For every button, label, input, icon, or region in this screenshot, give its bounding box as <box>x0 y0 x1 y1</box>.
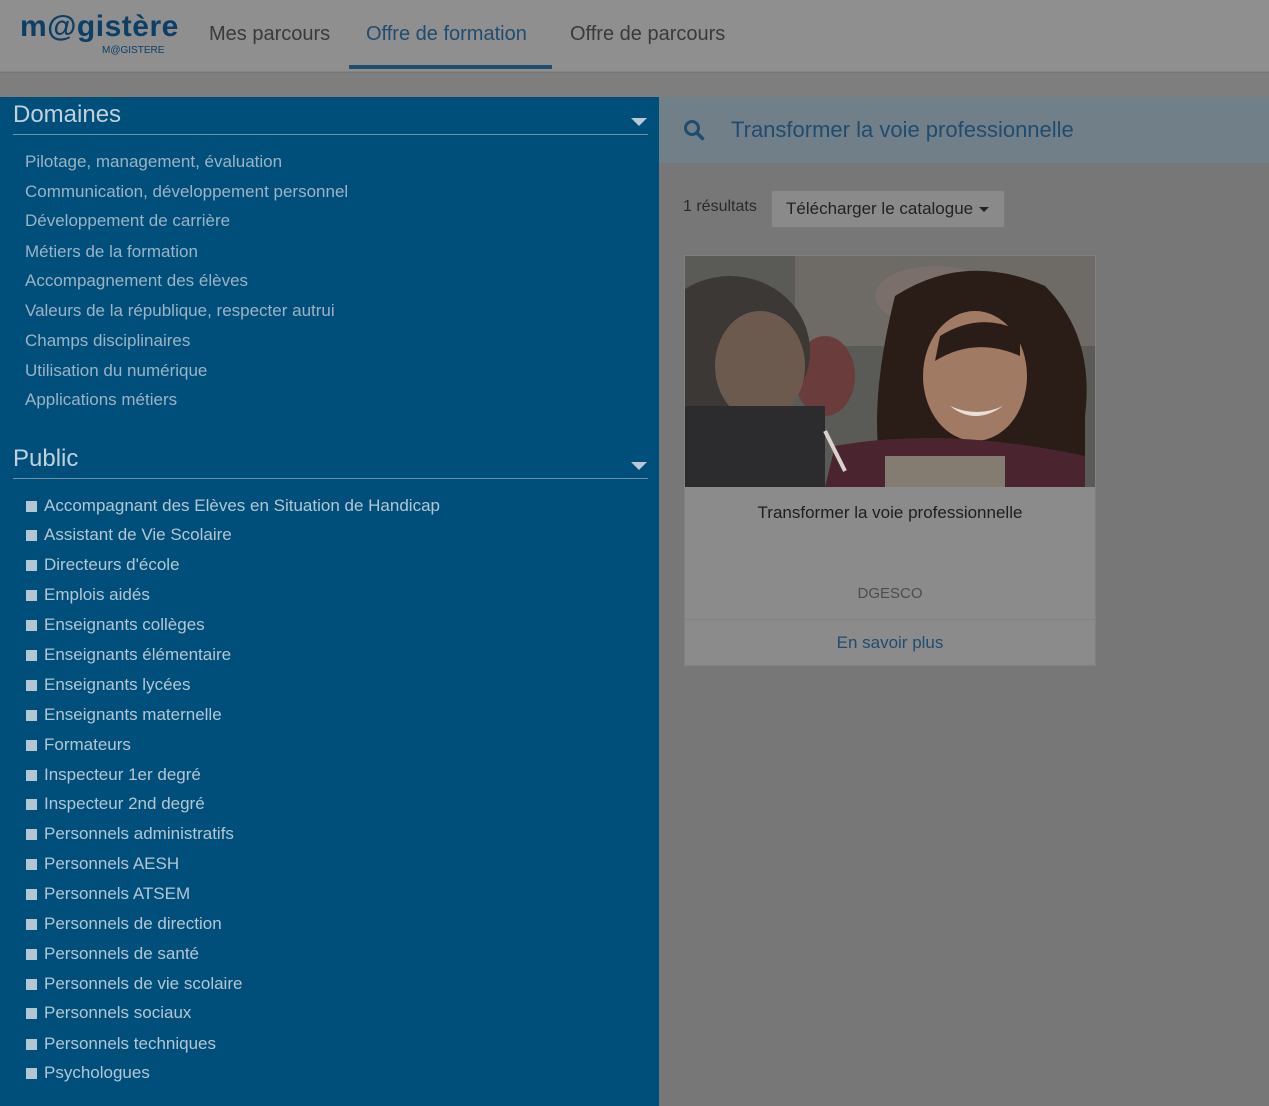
public-item-label: Personnels techniques <box>44 1034 217 1053</box>
public-checkbox-item[interactable]: Personnels de direction <box>26 914 222 934</box>
public-checkbox-item[interactable]: Personnels AESH <box>26 854 179 874</box>
public-checkbox-item[interactable]: Inspecteur 2nd degré <box>26 794 205 814</box>
logo-wordmark: m@gistère <box>20 10 179 43</box>
public-item-label: Enseignants élémentaire <box>44 645 232 664</box>
download-catalogue-button[interactable]: Télécharger le catalogue <box>771 190 1005 228</box>
domaines-divider <box>13 134 648 135</box>
public-item-label: Personnels AESH <box>44 854 180 873</box>
public-item-label: Assistant de Vie Scolaire <box>44 525 232 544</box>
public-checkbox-item[interactable]: Directeurs d'école <box>26 555 180 575</box>
checkbox[interactable] <box>26 559 37 571</box>
public-heading[interactable]: Public <box>13 445 78 473</box>
checkbox[interactable] <box>26 1067 37 1079</box>
domaine-item[interactable]: Métiers de la formation <box>25 242 198 262</box>
course-title[interactable]: Transformer la voie professionnelle <box>685 503 1095 523</box>
checkbox[interactable] <box>26 828 37 840</box>
checkbox[interactable] <box>26 798 37 810</box>
checkbox[interactable] <box>26 978 37 990</box>
course-photo <box>685 256 1095 487</box>
public-item-label: Inspecteur 1er degré <box>44 765 201 784</box>
nav-offre-de-parcours[interactable]: Offre de parcours <box>570 23 725 46</box>
caret-down-icon <box>979 206 990 212</box>
public-item-label: Personnels de direction <box>44 914 222 933</box>
checkbox[interactable] <box>26 769 37 781</box>
course-organization: DGESCO <box>857 585 923 602</box>
top-navbar: m@gistère M@GISTERE Mes parcours Offre d… <box>0 0 1269 72</box>
checkbox[interactable] <box>26 500 37 512</box>
checkbox[interactable] <box>26 1007 37 1019</box>
public-checkbox-item[interactable]: Enseignants collèges <box>26 615 205 635</box>
nav-mes-parcours[interactable]: Mes parcours <box>209 23 330 46</box>
results-count: 1 résultats <box>683 198 757 215</box>
public-checkbox-item[interactable]: Accompagnant des Elèves en Situation de … <box>26 496 440 516</box>
public-item-label: Personnels ATSEM <box>44 884 191 903</box>
header-band <box>0 73 1269 97</box>
public-checkbox-item[interactable]: Assistant de Vie Scolaire <box>26 525 232 545</box>
filter-sidebar: Domaines Pilotage, management, évaluatio… <box>0 97 659 1106</box>
checkbox[interactable] <box>26 858 37 870</box>
public-item-label: Enseignants maternelle <box>44 705 222 724</box>
public-checkbox-item[interactable]: Personnels administratifs <box>26 824 234 844</box>
checkbox[interactable] <box>26 589 37 601</box>
public-checkbox-item[interactable]: Personnels de santé <box>26 944 199 964</box>
checkbox[interactable] <box>26 888 37 900</box>
checkbox[interactable] <box>26 679 37 691</box>
domaine-item[interactable]: Applications métiers <box>25 390 177 410</box>
domaine-item[interactable]: Accompagnement des élèves <box>25 271 248 291</box>
checkbox[interactable] <box>26 739 37 751</box>
public-checkbox-item[interactable]: Enseignants élémentaire <box>26 645 231 665</box>
en-savoir-plus-link[interactable]: En savoir plus <box>685 633 1095 653</box>
domaine-item[interactable]: Pilotage, management, évaluation <box>25 152 282 172</box>
domaine-item[interactable]: Utilisation du numérique <box>25 361 207 381</box>
checkbox[interactable] <box>26 619 37 631</box>
public-item-label: Directeurs d'école <box>44 555 180 574</box>
public-divider <box>13 478 648 479</box>
public-checkbox-item[interactable]: Personnels de vie scolaire <box>26 974 242 994</box>
public-checkbox-item[interactable]: Formateurs <box>26 735 131 755</box>
public-checkbox-item[interactable]: Enseignants lycées <box>26 675 190 695</box>
public-item-label: Inspecteur 2nd degré <box>44 794 205 813</box>
course-card[interactable]: Transformer la voie professionnelle DGES… <box>684 255 1096 666</box>
active-nav-indicator <box>349 65 552 69</box>
download-catalogue-label: Télécharger le catalogue <box>786 199 974 218</box>
public-checkbox-item[interactable]: Inspecteur 1er degré <box>26 765 201 785</box>
domaine-item[interactable]: Champs disciplinaires <box>25 331 190 351</box>
card-divider <box>685 619 1095 620</box>
domaine-item[interactable]: Communication, développement personnel <box>25 182 348 202</box>
public-checkbox-item[interactable]: Emplois aidés <box>26 585 150 605</box>
public-checkbox-item[interactable]: Personnels ATSEM <box>26 884 190 904</box>
checkbox[interactable] <box>26 1038 37 1050</box>
public-item-label: Enseignants lycées <box>44 675 191 694</box>
domaines-chevron-down-icon[interactable] <box>631 118 647 126</box>
domaine-item[interactable]: Valeurs de la république, respecter autr… <box>25 301 335 321</box>
public-checkbox-item[interactable]: Personnels sociaux <box>26 1003 191 1023</box>
public-checkbox-item[interactable]: Psychologues <box>26 1063 150 1083</box>
public-item-label: Personnels administratifs <box>44 824 234 843</box>
domaines-heading[interactable]: Domaines <box>13 101 121 129</box>
search-query[interactable]: Transformer la voie professionnelle <box>731 117 1074 143</box>
domaine-item[interactable]: Développement de carrière <box>25 211 230 231</box>
public-item-label: Psychologues <box>44 1063 150 1082</box>
course-image[interactable] <box>685 256 1095 487</box>
checkbox[interactable] <box>26 709 37 721</box>
checkbox[interactable] <box>26 529 37 541</box>
public-item-label: Personnels sociaux <box>44 1003 192 1022</box>
checkbox[interactable] <box>26 649 37 661</box>
public-item-label: Personnels de vie scolaire <box>44 974 243 993</box>
public-item-label: Emplois aidés <box>44 585 150 604</box>
checkbox[interactable] <box>26 948 37 960</box>
search-bar[interactable]: Transformer la voie professionnelle <box>659 97 1269 163</box>
search-icon[interactable] <box>683 119 705 141</box>
public-checkbox-item[interactable]: Enseignants maternelle <box>26 705 222 725</box>
public-chevron-down-icon[interactable] <box>631 462 647 470</box>
public-item-label: Personnels de santé <box>44 944 199 963</box>
public-item-label: Accompagnant des Elèves en Situation de … <box>44 496 440 515</box>
magistere-logo[interactable]: m@gistère M@GISTERE <box>20 10 180 60</box>
public-checkbox-item[interactable]: Personnels techniques <box>26 1034 216 1054</box>
nav-offre-de-formation[interactable]: Offre de formation <box>366 23 527 46</box>
public-item-label: Enseignants collèges <box>44 615 205 634</box>
public-item-label: Formateurs <box>44 735 131 754</box>
logo-subtitle: M@GISTERE <box>102 45 165 56</box>
checkbox[interactable] <box>26 918 37 930</box>
